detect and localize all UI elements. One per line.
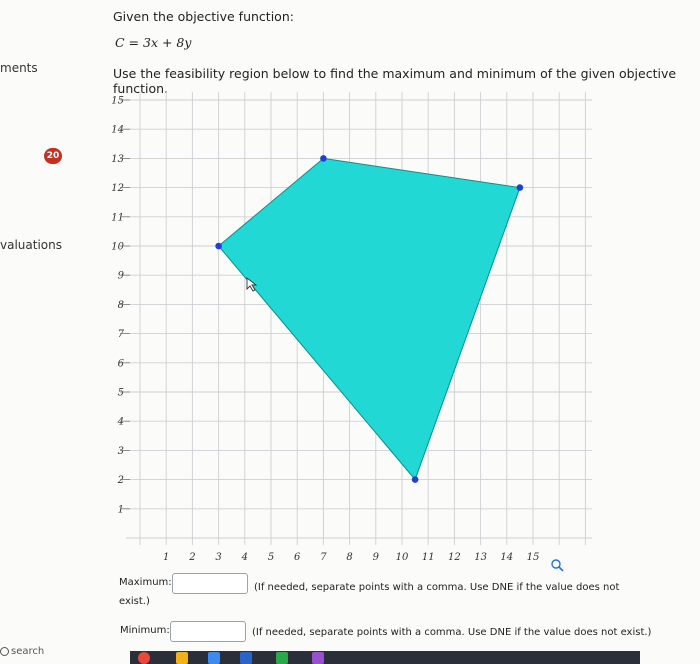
browser-icon[interactable] — [138, 652, 150, 664]
x-tick-label: 9 — [373, 552, 380, 563]
vertex-point — [320, 155, 327, 162]
minimum-input[interactable] — [170, 621, 246, 642]
maximum-hint: (If needed, separate points with a comma… — [254, 582, 620, 593]
minimum-label: Minimum: — [120, 625, 170, 636]
vertex-point — [215, 242, 222, 250]
feasible-region-layer — [215, 155, 524, 483]
x-tick-label: 7 — [320, 552, 327, 563]
y-tick-label: 9 — [118, 271, 125, 282]
x-tick-label: 1 — [163, 552, 169, 563]
feasibility-graph: 123456789101112131415 1 2 3 4 5 6 7 8 9 10 11 12 13 1… — [111, 92, 592, 572]
x-tick-label: 4 — [241, 552, 248, 563]
x-tick-label: 6 — [294, 552, 301, 563]
app-icon[interactable] — [276, 652, 288, 664]
y-tick-label: 2 — [117, 475, 124, 486]
feasible-region — [217, 157, 521, 481]
vertex-point — [516, 184, 524, 191]
maximum-label-continued: exist.) — [119, 596, 150, 607]
y-tick-label: 12 — [111, 183, 124, 194]
y-tick-label: 11 — [111, 212, 124, 223]
y-tick-label: 4 — [117, 417, 124, 428]
y-tick-label: 7 — [118, 329, 125, 340]
x-tick-label: 13 — [474, 552, 487, 563]
app-icon[interactable] — [208, 652, 220, 664]
taskbar — [130, 651, 640, 664]
zoom-icon[interactable] — [551, 559, 564, 572]
y-tick-labels: 123456789101112131415 — [111, 96, 130, 515]
x-tick-label: 14 — [500, 552, 513, 563]
x-tick-label: 15 — [527, 552, 540, 563]
minimum-hint: (If needed, separate points with a comma… — [252, 627, 652, 638]
x-tick-label: 12 — [448, 552, 461, 563]
y-tick-label: 1 — [118, 504, 124, 515]
y-tick-label: 13 — [111, 154, 124, 165]
x-tick-label: 2 — [188, 552, 195, 563]
word-icon[interactable] — [240, 652, 252, 664]
x-tick-label: 11 — [422, 552, 435, 563]
x-tick-labels: 1 2 3 4 5 6 7 8 9 10 11 12 13 14 15 — [163, 552, 539, 563]
app-icon[interactable] — [176, 652, 188, 664]
x-tick-label: 8 — [346, 552, 352, 563]
y-tick-label: 8 — [118, 300, 124, 311]
app-icon[interactable] — [312, 652, 324, 664]
vertex-point — [411, 476, 419, 483]
y-tick-label: 6 — [118, 358, 125, 369]
x-tick-label: 5 — [268, 552, 274, 563]
maximum-label: Maximum: — [119, 577, 172, 588]
y-tick-label: 15 — [111, 96, 124, 107]
x-tick-label: 3 — [215, 552, 221, 563]
x-tick-label: 10 — [396, 552, 409, 563]
y-tick-label: 14 — [111, 125, 124, 136]
y-tick-label: 5 — [118, 388, 124, 399]
maximum-input[interactable] — [172, 573, 248, 594]
y-tick-label: 10 — [111, 242, 124, 253]
y-tick-label: 3 — [118, 446, 124, 457]
